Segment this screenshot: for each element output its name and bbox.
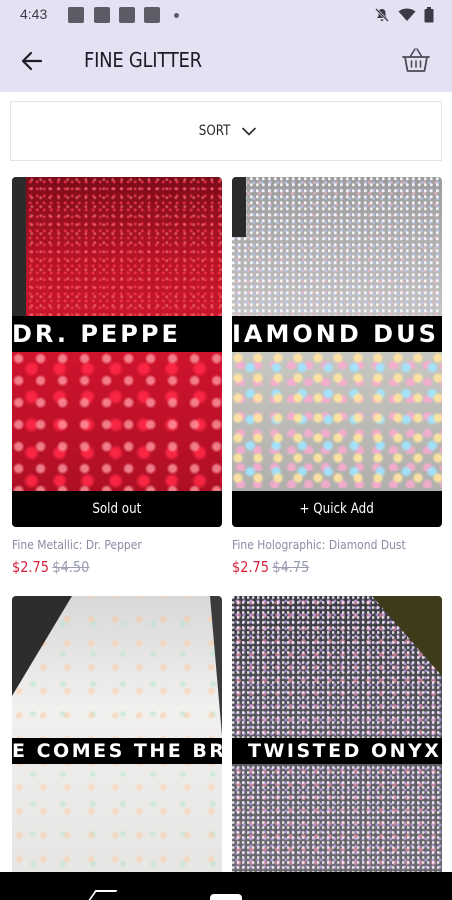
product-card[interactable]: DR. PEPPE Sold out Fine Metallic: Dr. Pe…: [12, 177, 222, 576]
mute-icon: [375, 8, 389, 22]
battery-icon: [424, 7, 434, 23]
product-card[interactable]: TWISTED ONYX: [232, 596, 442, 876]
compare-price: $4.75: [272, 558, 310, 576]
product-image-label: E COMES THE BR: [12, 738, 222, 764]
wifi-icon: [398, 8, 416, 21]
notification-icon: [119, 7, 135, 23]
app-bar: FINE GLITTER: [0, 30, 452, 92]
arrow-left-icon: [21, 51, 43, 71]
product-price: $2.75 $4.50: [12, 558, 193, 576]
sort-label: SORT: [199, 123, 231, 139]
basket-icon: [402, 48, 430, 72]
chevron-down-icon: [241, 127, 256, 135]
product-card[interactable]: IAMOND DUS + Quick Add Fine Holographic:…: [232, 177, 442, 576]
product-image-label: TWISTED ONYX: [232, 738, 442, 764]
sale-price: $2.75: [12, 558, 49, 576]
product-image-label: DR. PEPPE: [12, 316, 222, 352]
product-card[interactable]: E COMES THE BR: [12, 596, 222, 876]
product-price: $2.75 $4.75: [232, 558, 413, 576]
product-image[interactable]: DR. PEPPE Sold out: [12, 177, 222, 527]
status-time: 4:43: [20, 6, 48, 22]
notification-icon: [68, 7, 84, 23]
nav-back-icon[interactable]: [88, 890, 118, 900]
back-button[interactable]: [16, 46, 48, 76]
nav-home-icon[interactable]: [210, 894, 242, 900]
product-image[interactable]: TWISTED ONYX: [232, 596, 442, 876]
status-bar: 4:43: [0, 0, 452, 30]
status-icons: [374, 7, 434, 23]
product-name[interactable]: Fine Metallic: Dr. Pepper: [12, 537, 193, 552]
compare-price: $4.50: [52, 558, 90, 576]
notification-icon: [94, 7, 110, 23]
notification-icon: [144, 7, 160, 23]
more-notifications-icon: [174, 13, 179, 18]
sort-button[interactable]: SORT: [10, 101, 442, 161]
product-name[interactable]: Fine Holographic: Diamond Dust: [232, 537, 413, 552]
system-nav-bar: [0, 872, 452, 900]
product-image[interactable]: IAMOND DUS + Quick Add: [232, 177, 442, 527]
page-title: FINE GLITTER: [84, 48, 202, 72]
product-image[interactable]: E COMES THE BR: [12, 596, 222, 876]
quick-add-button[interactable]: + Quick Add: [232, 491, 442, 527]
sale-price: $2.75: [232, 558, 269, 576]
sold-out-button[interactable]: Sold out: [12, 491, 222, 527]
cart-button[interactable]: [400, 44, 432, 76]
product-image-label: IAMOND DUS: [232, 316, 442, 352]
